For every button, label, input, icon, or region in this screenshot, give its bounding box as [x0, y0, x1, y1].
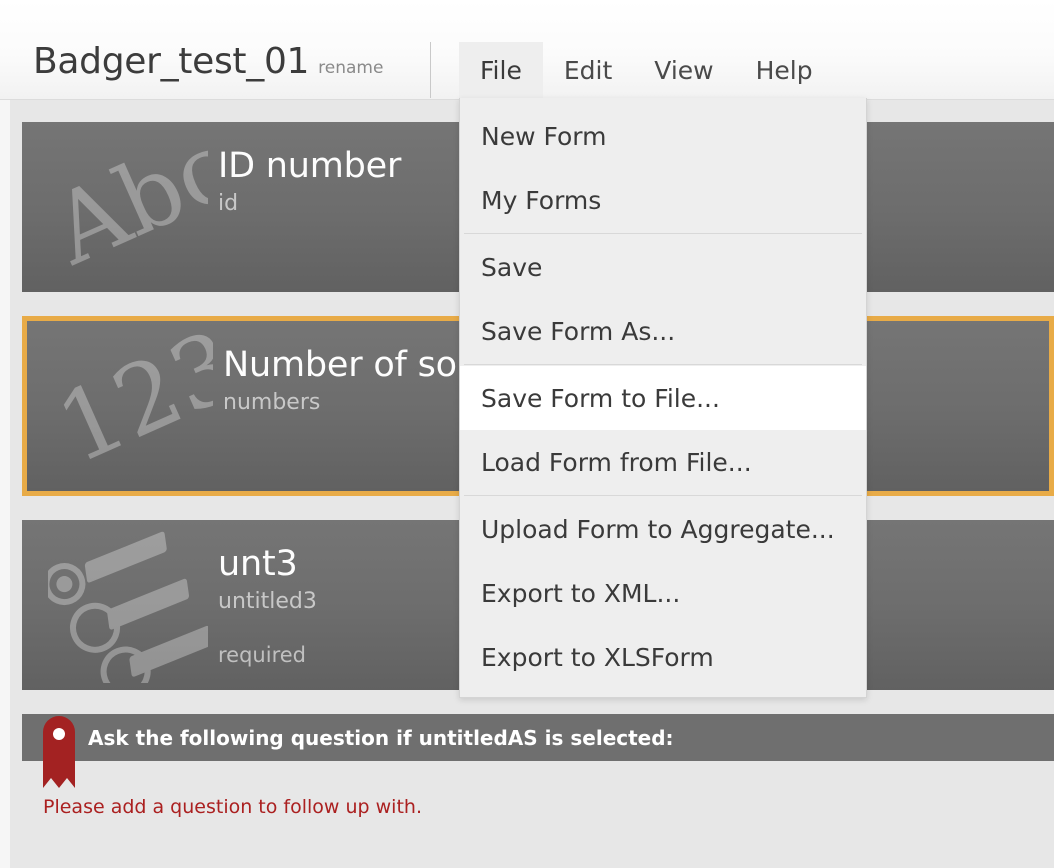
menu-tab-help[interactable]: Help	[735, 42, 834, 99]
menu-item-new-form-label: New Form	[481, 121, 607, 151]
header-divider	[430, 42, 431, 98]
file-menu-dropdown: New Form My Forms Save Save Form As... S…	[459, 98, 867, 698]
question-card-name: numbers	[223, 389, 321, 415]
menu-item-save-form-to-file-label: Save Form to File...	[481, 383, 720, 413]
menu-tab-edit-label: Edit	[563, 56, 613, 85]
svg-text:Abc: Abc	[48, 130, 208, 285]
menu-item-export-to-xml-label: Export to XML...	[481, 578, 681, 608]
123-number-icon: 123	[53, 329, 213, 484]
question-card-body: Number of som numbers	[223, 347, 491, 415]
abc-text-icon: Abc	[48, 130, 208, 285]
menu-item-my-forms-label: My Forms	[481, 185, 602, 215]
menubar: File Edit View Help	[459, 42, 834, 99]
menu-tab-view-label: View	[654, 56, 714, 85]
page-title: Badger_test_01	[33, 41, 310, 82]
menu-tab-view[interactable]: View	[633, 42, 734, 99]
menu-item-save-form-as[interactable]: Save Form As...	[460, 299, 866, 363]
menu-item-load-form-from-file[interactable]: Load Form from File...	[460, 430, 866, 494]
menu-item-export-to-xlsform[interactable]: Export to XLSForm	[460, 625, 866, 689]
menu-item-save-label: Save	[481, 252, 543, 282]
question-card-required-label: required	[218, 642, 306, 667]
menu-tab-file[interactable]: File	[459, 42, 543, 99]
bookmark-ribbon-icon[interactable]	[43, 716, 75, 788]
menu-separator-1	[464, 233, 862, 234]
question-card-body: unt3 untitled3 required	[218, 546, 317, 667]
question-card-title: unt3	[218, 544, 298, 584]
menu-item-save-form-to-file[interactable]: Save Form to File...	[460, 366, 866, 430]
menu-tab-file-label: File	[480, 56, 522, 85]
app-header: Badger_test_01 rename File Edit View Hel…	[0, 0, 1054, 100]
form-builder-app: Badger_test_01 rename File Edit View Hel…	[0, 0, 1054, 868]
menu-item-save-form-as-label: Save Form As...	[481, 316, 676, 346]
form-title-group: Badger_test_01 rename	[33, 44, 383, 80]
menu-separator-2	[464, 364, 862, 365]
select-one-radio-icon	[48, 528, 208, 683]
menu-item-new-form[interactable]: New Form	[460, 104, 866, 168]
skip-logic-text: Ask the following question if untitledAS…	[88, 725, 674, 750]
error-message: Please add a question to follow up with.	[43, 796, 422, 818]
menu-item-upload-form-to-aggregate[interactable]: Upload Form to Aggregate...	[460, 497, 866, 561]
question-card-body: ID number id	[218, 148, 401, 216]
menu-item-upload-form-to-aggregate-label: Upload Form to Aggregate...	[481, 514, 835, 544]
menu-tab-help-label: Help	[755, 56, 813, 85]
menu-tab-edit[interactable]: Edit	[543, 42, 633, 99]
menu-item-my-forms[interactable]: My Forms	[460, 168, 866, 232]
menu-item-export-to-xlsform-label: Export to XLSForm	[481, 642, 714, 672]
question-card-title: ID number	[218, 146, 402, 186]
skip-logic-bar[interactable]: Ask the following question if untitledAS…	[22, 714, 1054, 761]
question-card-name: id	[218, 190, 239, 216]
menu-item-load-form-from-file-label: Load Form from File...	[481, 447, 752, 477]
menu-item-save[interactable]: Save	[460, 235, 866, 299]
svg-text:123: 123	[53, 329, 213, 484]
question-card-title: Number of som	[223, 345, 491, 385]
menu-item-export-to-xml[interactable]: Export to XML...	[460, 561, 866, 625]
menu-separator-3	[464, 495, 862, 496]
question-card-name: untitled3	[218, 588, 317, 614]
rename-link[interactable]: rename	[318, 60, 383, 77]
